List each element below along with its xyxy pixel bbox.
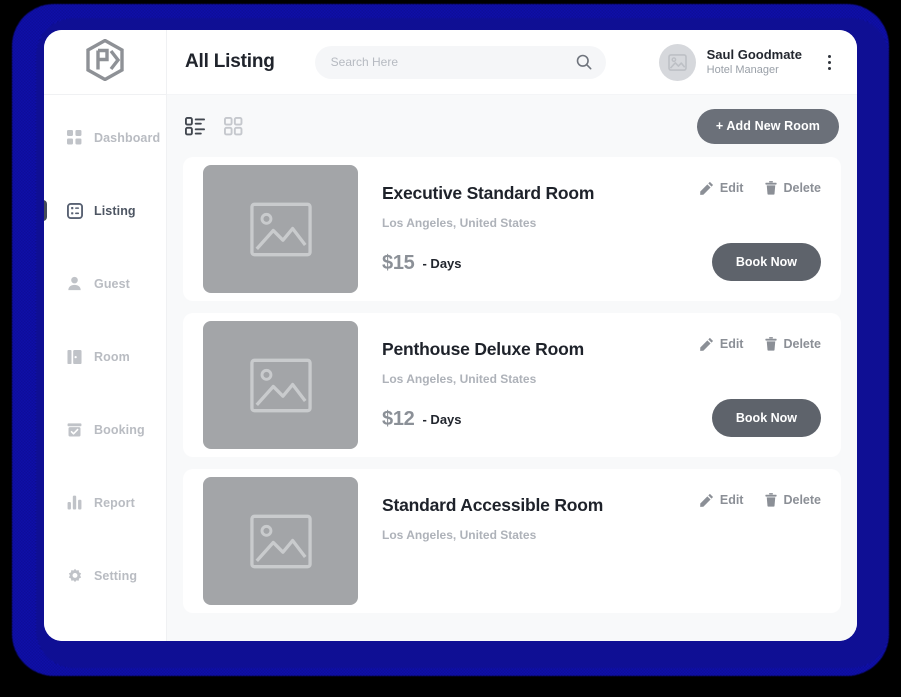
listing-card-actions: Edit Delete (700, 181, 821, 195)
room-thumbnail (203, 321, 358, 449)
user-block[interactable]: Saul Goodmate Hotel Manager (659, 44, 835, 81)
grid-squares-icon (66, 129, 83, 146)
sidebar-item-label: Dashboard (94, 131, 160, 145)
edit-button[interactable]: Edit (700, 493, 744, 507)
bar-chart-icon (66, 494, 83, 511)
sidebar-item-report[interactable]: Report (44, 486, 166, 519)
sidebar-item-room[interactable]: Room (44, 340, 166, 373)
listing-card-actions: Edit Delete (700, 493, 821, 507)
edit-label: Edit (720, 493, 744, 507)
room-location: Los Angeles, United States (382, 216, 821, 230)
edit-button[interactable]: Edit (700, 337, 744, 351)
listing-card[interactable]: Standard Accessible Room Los Angeles, Un… (183, 469, 841, 613)
grid-view-icon[interactable] (224, 117, 243, 136)
listing-toolbar: + Add New Room (183, 95, 841, 157)
top-header: All Listing (167, 30, 857, 95)
search-input[interactable] (329, 54, 576, 70)
room-thumbnail (203, 165, 358, 293)
room-price: $15 (382, 252, 414, 275)
sidebar-item-label: Guest (94, 277, 130, 291)
room-thumbnail (203, 477, 358, 605)
avatar (659, 44, 696, 81)
hexagon-logo (86, 39, 124, 86)
gear-icon (66, 567, 83, 584)
listing-card-body: Penthouse Deluxe Room Los Angeles, Unite… (358, 321, 821, 449)
edit-label: Edit (720, 337, 744, 351)
trash-icon (765, 493, 777, 507)
search-icon[interactable] (576, 54, 592, 70)
add-new-room-button[interactable]: + Add New Room (697, 109, 839, 144)
edit-label: Edit (720, 181, 744, 195)
room-location: Los Angeles, United States (382, 372, 821, 386)
book-now-button[interactable]: Book Now (712, 243, 821, 281)
content-area: + Add New Room Executive Standard Room L… (167, 95, 857, 641)
sidebar-item-setting[interactable]: Setting (44, 559, 166, 592)
book-now-button[interactable]: Book Now (712, 399, 821, 437)
active-nav-indicator (44, 200, 47, 221)
user-icon (66, 275, 83, 292)
sidebar: Dashboard Listing (44, 30, 167, 641)
user-name: Saul Goodmate (707, 47, 802, 63)
room-price: $12 (382, 408, 414, 431)
sidebar-item-label: Room (94, 350, 130, 364)
sidebar-nav: Dashboard Listing (44, 95, 166, 632)
room-price-unit: - Days (422, 256, 461, 271)
main-area: All Listing (167, 30, 857, 641)
listing-card[interactable]: Penthouse Deluxe Room Los Angeles, Unite… (183, 313, 841, 457)
listing-card-body: Standard Accessible Room Los Angeles, Un… (358, 477, 821, 605)
delete-button[interactable]: Delete (765, 181, 821, 195)
search-box[interactable] (315, 46, 606, 79)
sidebar-item-label: Report (94, 496, 135, 510)
sidebar-item-listing[interactable]: Listing (44, 194, 166, 227)
sidebar-item-label: Booking (94, 423, 145, 437)
page-title: All Listing (185, 51, 275, 73)
pencil-icon (700, 181, 714, 195)
room-price-unit: - Days (422, 412, 461, 427)
delete-label: Delete (783, 493, 821, 507)
vertical-dots-icon[interactable] (824, 51, 835, 74)
delete-label: Delete (783, 181, 821, 195)
sidebar-item-label: Listing (94, 204, 136, 218)
user-text: Saul Goodmate Hotel Manager (707, 47, 802, 78)
pencil-icon (700, 493, 714, 507)
list-box-icon (66, 202, 83, 219)
edit-button[interactable]: Edit (700, 181, 744, 195)
listing-card[interactable]: Executive Standard Room Los Angeles, Uni… (183, 157, 841, 301)
delete-label: Delete (783, 337, 821, 351)
sidebar-item-label: Setting (94, 569, 137, 583)
sidebar-item-booking[interactable]: Booking (44, 413, 166, 446)
trash-icon (765, 337, 777, 351)
trash-icon (765, 181, 777, 195)
logo-area[interactable] (44, 30, 166, 95)
delete-button[interactable]: Delete (765, 337, 821, 351)
sidebar-item-guest[interactable]: Guest (44, 267, 166, 300)
user-role: Hotel Manager (707, 63, 802, 77)
app-window: Dashboard Listing (44, 30, 857, 641)
door-icon (66, 348, 83, 365)
delete-button[interactable]: Delete (765, 493, 821, 507)
sidebar-item-dashboard[interactable]: Dashboard (44, 121, 166, 154)
pencil-icon (700, 337, 714, 351)
room-location: Los Angeles, United States (382, 528, 821, 542)
calendar-check-icon (66, 421, 83, 438)
listing-card-actions: Edit Delete (700, 337, 821, 351)
list-view-icon[interactable] (185, 117, 206, 136)
listing-card-body: Executive Standard Room Los Angeles, Uni… (358, 165, 821, 293)
